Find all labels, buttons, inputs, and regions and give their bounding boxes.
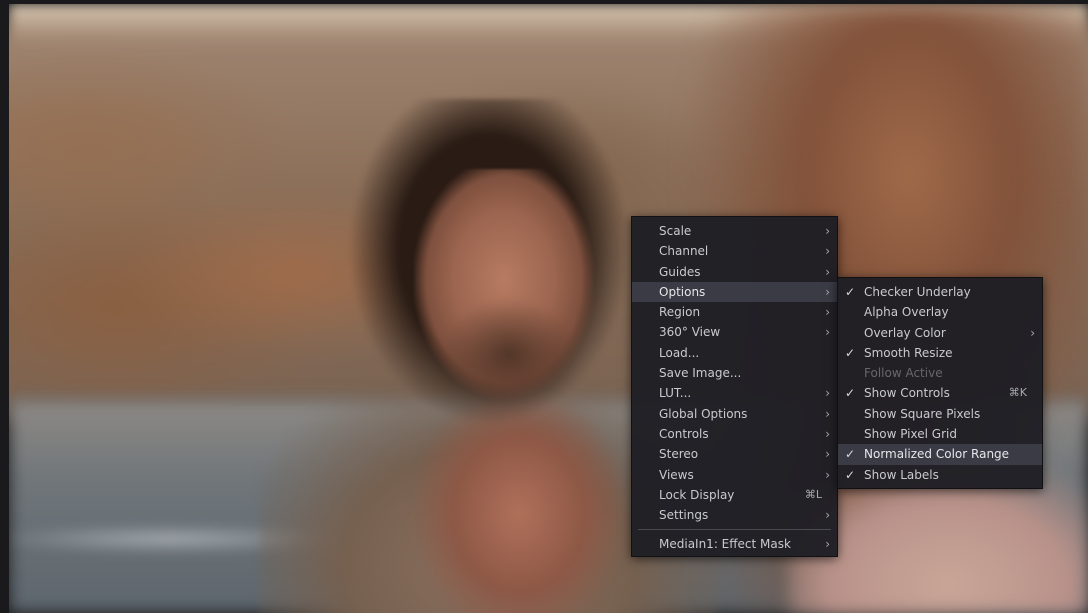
submenu-item-checker-underlay[interactable]: ✓ Checker Underlay — [838, 282, 1042, 302]
submenu-item-label: Show Square Pixels — [864, 406, 981, 421]
checkmark-icon: ✓ — [845, 386, 856, 401]
checkmark-icon: ✓ — [845, 285, 856, 299]
checkmark-icon: ✓ — [845, 447, 856, 462]
menu-item-label: Scale — [659, 224, 692, 238]
chevron-right-icon: › — [825, 467, 830, 482]
submenu-item-normalized-color-range[interactable]: ✓ Normalized Color Range — [838, 444, 1042, 465]
chevron-right-icon: › — [825, 386, 830, 401]
submenu-item-show-pixel-grid[interactable]: Show Pixel Grid — [838, 424, 1042, 444]
menu-item-label: Load... — [659, 345, 700, 360]
submenu-item-follow-active: Follow Active — [838, 363, 1042, 383]
menu-item-label: Region — [659, 305, 701, 320]
menu-item-guides[interactable]: Guides › — [632, 262, 837, 282]
chevron-right-icon: › — [825, 325, 830, 340]
submenu-item-label: Overlay Color — [864, 325, 946, 340]
menu-item-scale[interactable]: Scale › — [632, 221, 837, 241]
checkmark-icon: ✓ — [845, 467, 856, 482]
menu-item-label: Controls — [659, 426, 709, 441]
menu-item-settings[interactable]: Settings › — [632, 505, 837, 525]
chevron-right-icon: › — [825, 406, 830, 421]
menu-separator — [638, 529, 831, 531]
submenu-item-label: Show Labels — [864, 467, 939, 482]
viewer[interactable]: Scale › Channel › Guides › Options › Region ›… — [0, 0, 1088, 613]
shortcut-label: ⌘L — [804, 487, 822, 501]
menu-item-stereo[interactable]: Stereo › — [632, 444, 837, 464]
menu-item-lock-display[interactable]: Lock Display ⌘L — [632, 485, 837, 505]
menu-item-label: Save Image... — [659, 366, 742, 381]
submenu-item-label: Alpha Overlay — [864, 305, 949, 320]
submenu-item-label: Follow Active — [864, 366, 943, 381]
menu-item-controls[interactable]: Controls › — [632, 424, 837, 444]
submenu-item-label: Normalized Color Range — [864, 447, 1010, 462]
menu-item-channel[interactable]: Channel › — [632, 241, 837, 261]
chevron-right-icon: › — [825, 426, 830, 441]
submenu-item-label: Checker Underlay — [864, 285, 971, 299]
menu-item-label: Settings — [659, 508, 709, 523]
photo-man-beard — [439, 299, 579, 409]
menu-item-label: Views — [659, 467, 694, 482]
menu-item-global-options[interactable]: Global Options › — [632, 404, 837, 424]
options-submenu: ✓ Checker Underlay Alpha Overlay Overlay … — [837, 277, 1043, 489]
menu-item-label: Global Options — [659, 406, 748, 421]
menu-item-effect-mask[interactable]: MediaIn1: Effect Mask › — [632, 534, 837, 554]
menu-item-label: 360° View — [659, 325, 721, 340]
menu-item-label: Guides — [659, 264, 701, 279]
submenu-item-show-controls[interactable]: ✓ Show Controls ⌘K — [838, 383, 1042, 403]
menu-item-load[interactable]: Load... — [632, 343, 837, 363]
chevron-right-icon: › — [825, 264, 830, 279]
chevron-right-icon: › — [825, 537, 830, 552]
menu-item-label: MediaIn1: Effect Mask — [659, 537, 791, 552]
submenu-item-alpha-overlay[interactable]: Alpha Overlay — [838, 302, 1042, 322]
chevron-right-icon: › — [825, 447, 830, 462]
menu-item-views[interactable]: Views › — [632, 465, 837, 485]
menu-item-save-image[interactable]: Save Image... — [632, 363, 837, 383]
chevron-right-icon: › — [1030, 325, 1035, 340]
submenu-item-label: Show Controls — [864, 386, 950, 401]
submenu-item-overlay-color[interactable]: Overlay Color › — [838, 323, 1042, 343]
viewer-context-menu: Scale › Channel › Guides › Options › Region ›… — [631, 216, 838, 557]
submenu-item-smooth-resize[interactable]: ✓ Smooth Resize — [838, 343, 1042, 363]
chevron-right-icon: › — [825, 508, 830, 523]
menu-item-label: LUT... — [659, 386, 692, 401]
chevron-right-icon: › — [825, 224, 830, 238]
menu-item-label: Channel — [659, 244, 709, 259]
submenu-item-show-labels[interactable]: ✓ Show Labels — [838, 465, 1042, 485]
submenu-item-label: Smooth Resize — [864, 345, 953, 360]
menu-item-region[interactable]: Region › — [632, 302, 837, 322]
menu-item-360-view[interactable]: 360° View › — [632, 322, 837, 342]
menu-item-label: Options — [659, 284, 706, 299]
menu-item-label: Lock Display — [659, 487, 735, 502]
menu-item-lut[interactable]: LUT... › — [632, 383, 837, 403]
submenu-item-label: Show Pixel Grid — [864, 427, 957, 442]
chevron-right-icon: › — [825, 305, 830, 320]
menu-item-options[interactable]: Options › — [632, 281, 837, 303]
chevron-right-icon: › — [825, 244, 830, 259]
submenu-item-show-square-pixels[interactable]: Show Square Pixels — [838, 404, 1042, 424]
menu-item-label: Stereo — [659, 447, 699, 462]
chevron-right-icon: › — [825, 284, 830, 299]
shortcut-label: ⌘K — [1008, 386, 1027, 400]
checkmark-icon: ✓ — [845, 345, 856, 360]
